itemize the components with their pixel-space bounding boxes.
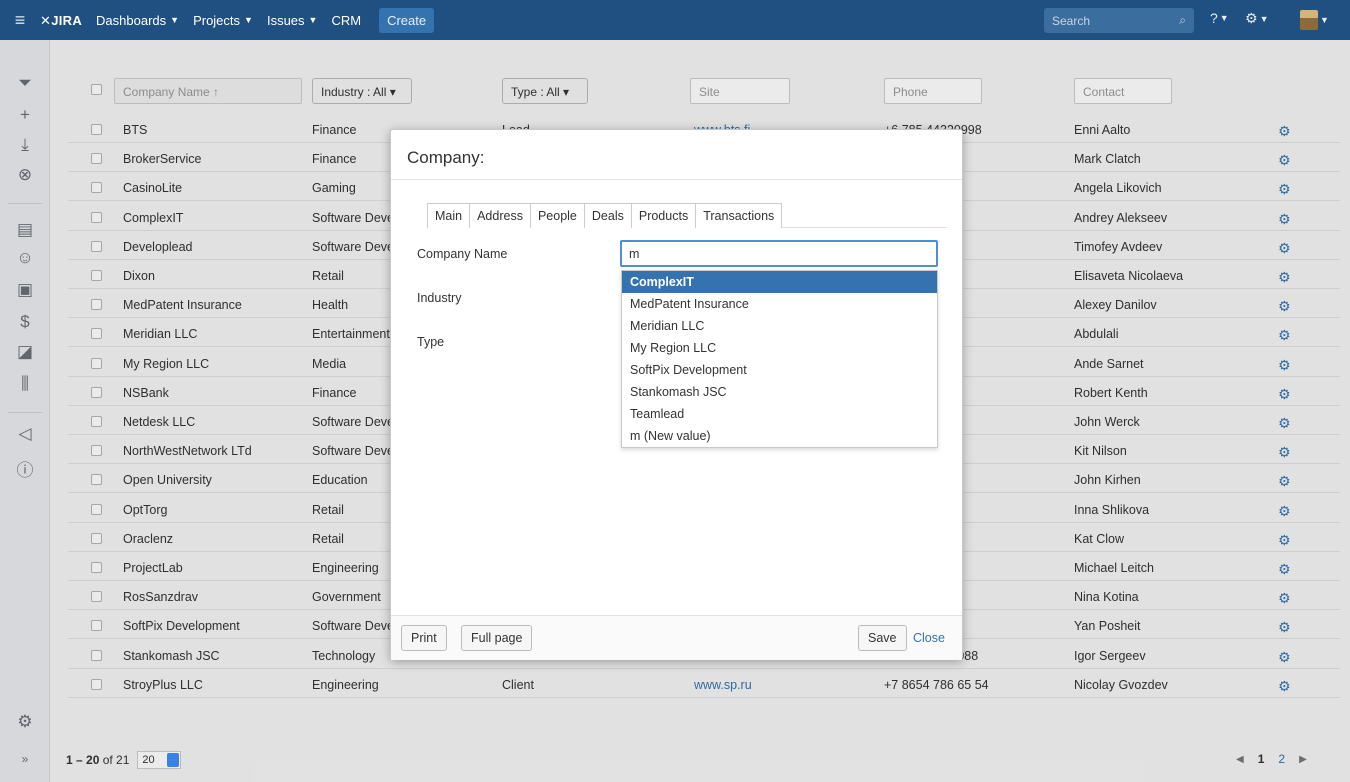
industry-label: Industry (417, 291, 462, 305)
dialog-footer: Print Full page Save Close (391, 615, 962, 660)
suggestion-item[interactable]: MedPatent Insurance (622, 293, 937, 315)
nav-crm[interactable]: CRM (331, 13, 361, 28)
jira-logo[interactable]: ✕JIRA (40, 12, 82, 29)
tab-address[interactable]: Address (469, 203, 531, 228)
type-label: Type (417, 335, 445, 349)
close-link[interactable]: Close (913, 631, 945, 645)
tab-main[interactable]: Main (427, 203, 471, 228)
dialog-title: Company: (391, 130, 962, 180)
full-page-button[interactable]: Full page (461, 625, 533, 651)
top-navigation: ≡ ✕JIRA Dashboards ▼ Projects ▼ Issues ▼ CR… (0, 0, 1350, 40)
suggestion-item[interactable]: Teamlead (622, 403, 937, 425)
settings-icon[interactable]: ⚙ ▼ (1245, 10, 1268, 27)
suggestion-item[interactable]: Stankomash JSC (622, 381, 937, 403)
suggestion-item[interactable]: My Region LLC (622, 337, 937, 359)
nav-projects[interactable]: Projects ▼ (193, 13, 253, 28)
company-name-input[interactable]: m (620, 240, 938, 267)
nav-issues[interactable]: Issues ▼ (267, 13, 318, 28)
suggestion-item[interactable]: SoftPix Development (622, 359, 937, 381)
tab-deals[interactable]: Deals (583, 203, 632, 228)
suggestion-item[interactable]: m (New value) (622, 425, 937, 447)
company-dialog: Company: Main Address People Deals Produ… (390, 129, 963, 660)
create-button[interactable]: Create (379, 7, 435, 33)
help-icon[interactable]: ? ▼ (1210, 10, 1229, 26)
tab-people[interactable]: People (529, 203, 585, 228)
tab-transactions[interactable]: Transactions (695, 203, 783, 228)
print-button[interactable]: Print (401, 625, 447, 651)
nav-dashboards[interactable]: Dashboards ▼ (96, 13, 179, 28)
dialog-tabs: Main Address People Deals Products Trans… (427, 203, 947, 228)
hamburger-menu-icon[interactable]: ≡ (0, 10, 40, 31)
suggestion-item[interactable]: Meridian LLC (622, 315, 937, 337)
save-button[interactable]: Save (858, 625, 907, 651)
search-icon: ⌕ (1179, 13, 1186, 27)
company-name-label: Company Name (417, 247, 508, 261)
avatar[interactable]: ▼ (1300, 10, 1329, 30)
suggestion-item[interactable]: ComplexIT (622, 271, 937, 293)
search-input[interactable]: Search ⌕ (1044, 8, 1194, 33)
tab-products[interactable]: Products (630, 203, 697, 228)
company-suggestions: ComplexIT MedPatent Insurance Meridian L… (621, 270, 938, 448)
